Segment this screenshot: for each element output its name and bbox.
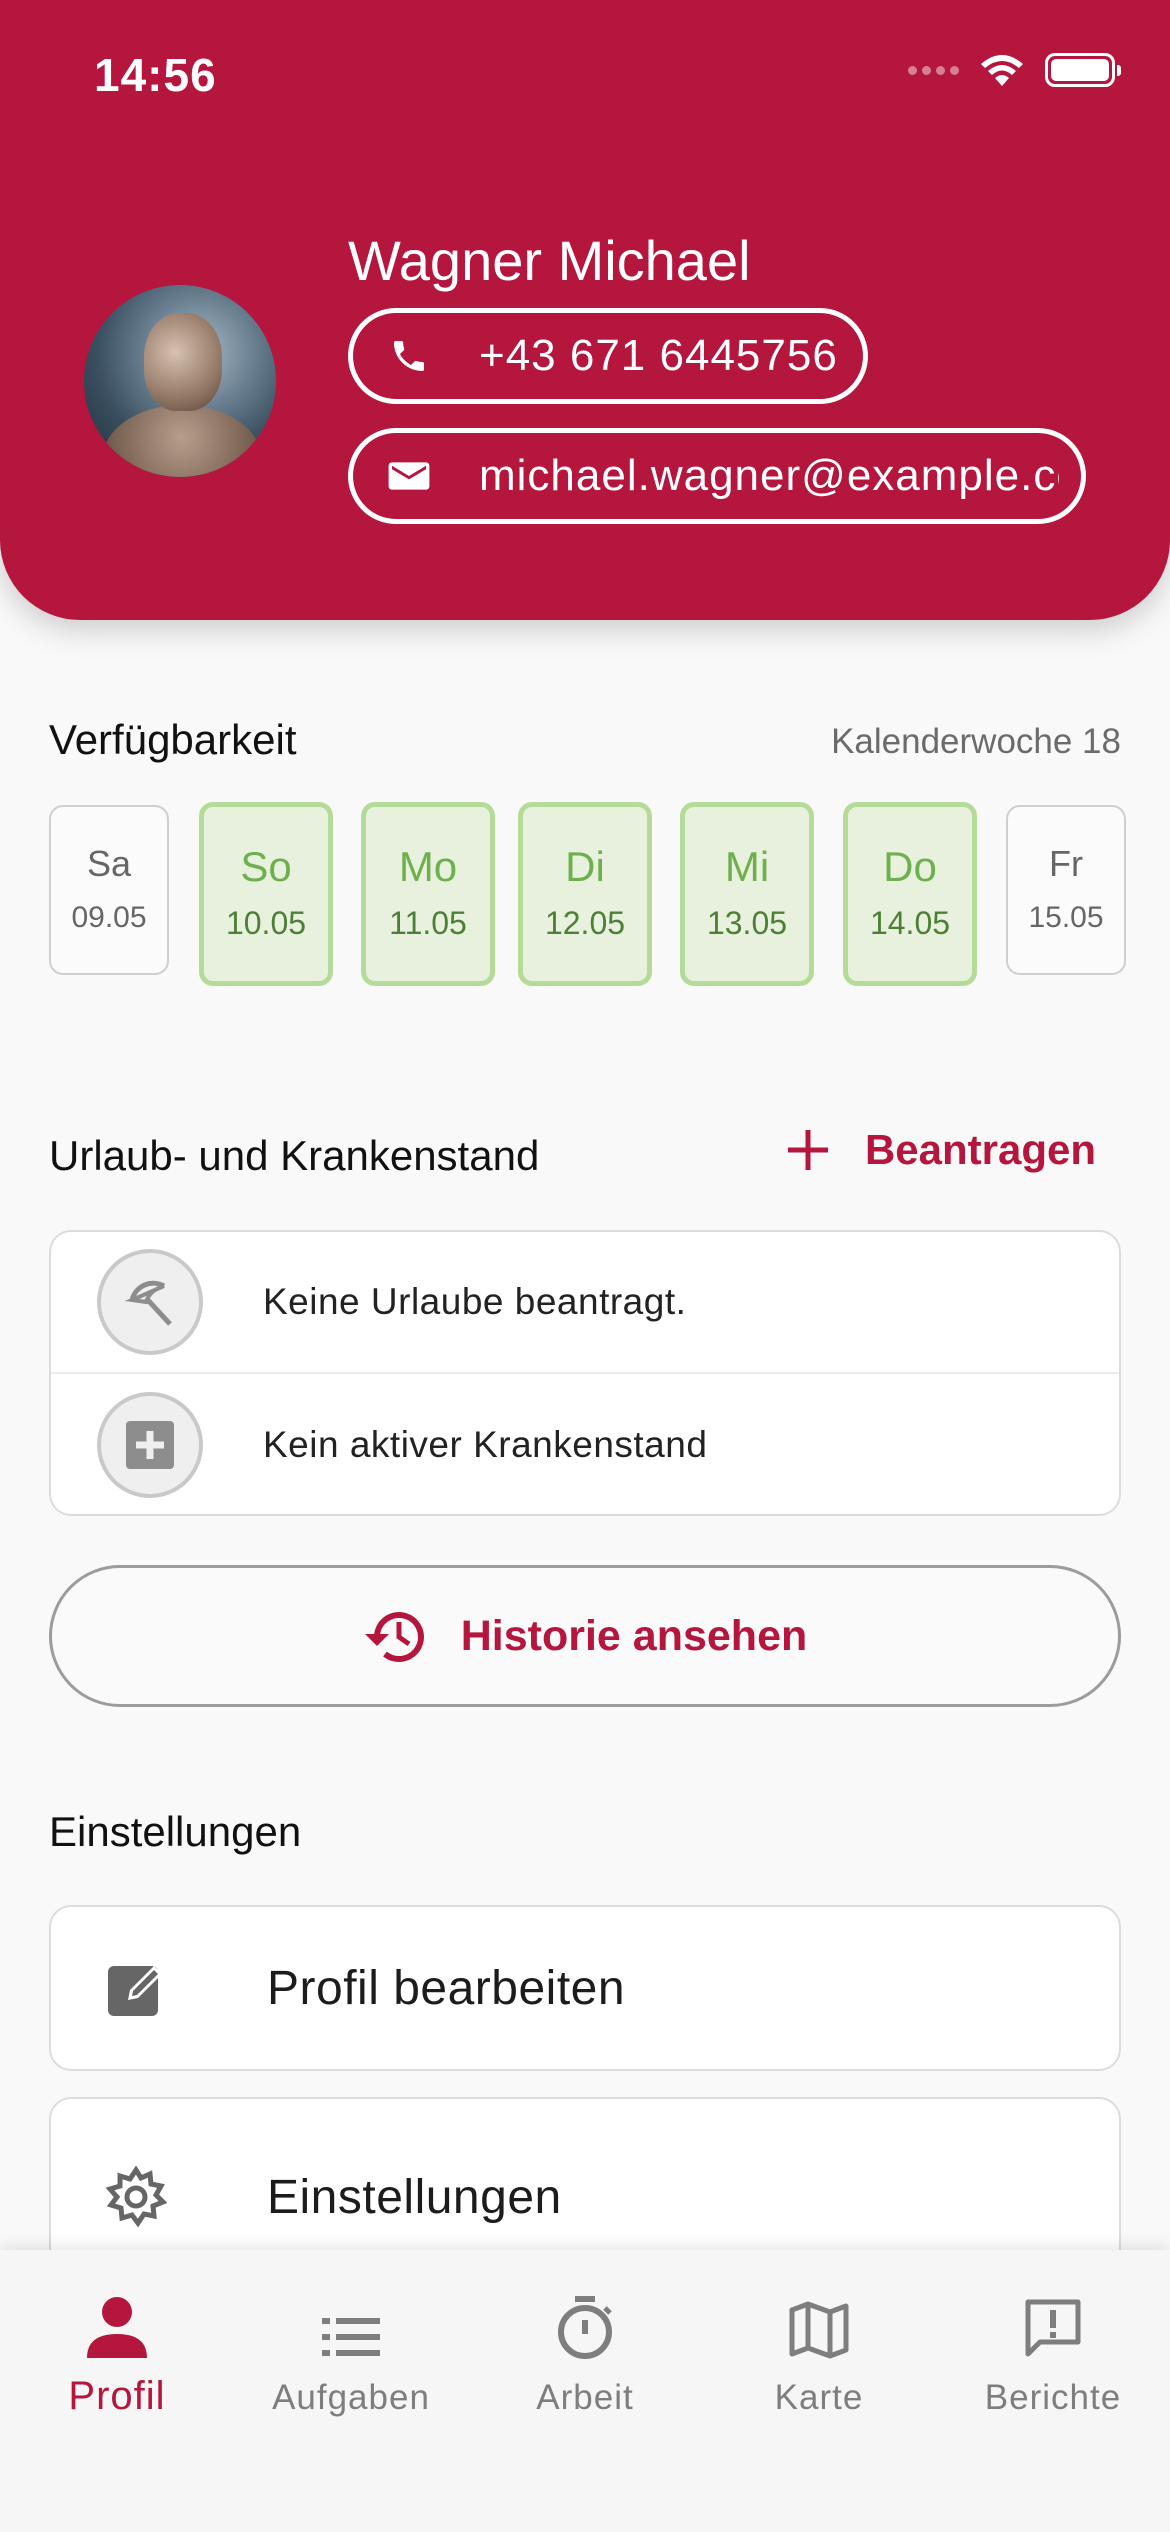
sick-leave-text: Kein aktiver Krankenstand <box>263 1424 708 1465</box>
user-name: Wagner Michael <box>348 229 751 292</box>
wifi-icon <box>981 55 1023 86</box>
leave-card: Keine Urlaube beantragt. Kein aktiver Kr… <box>49 1230 1121 1516</box>
day-name: Fr <box>1049 843 1083 884</box>
profile-header: 14:56 Wagner Michael +43 671 6445756 mic… <box>0 0 1170 620</box>
day-date: 12.05 <box>544 905 626 941</box>
calendar-week-label: Kalenderwoche 18 <box>831 722 1121 761</box>
edit-icon <box>101 1956 171 2020</box>
gear-icon <box>101 2166 171 2228</box>
nav-profil[interactable]: Profil <box>0 2280 234 2419</box>
nav-label: Profil <box>68 2374 166 2418</box>
avatar[interactable] <box>84 285 276 477</box>
beach-umbrella-icon <box>97 1249 203 1355</box>
nav-label: Karte <box>774 2378 864 2417</box>
day-sa[interactable]: Sa 09.05 <box>49 805 169 975</box>
settings-label: Einstellungen <box>267 2170 562 2224</box>
vacation-text: Keine Urlaube beantragt. <box>263 1281 687 1322</box>
phone-icon <box>379 336 439 376</box>
status-time: 14:56 <box>94 49 217 101</box>
plus-icon <box>787 1130 828 1170</box>
phone-number: +43 671 6445756 <box>479 331 838 380</box>
day-name: Mi <box>724 843 770 890</box>
nav-label: Arbeit <box>536 2378 634 2417</box>
map-icon <box>702 2280 936 2360</box>
nav-arbeit[interactable]: Arbeit <box>468 2280 702 2418</box>
day-fr[interactable]: Fr 15.05 <box>1006 805 1126 975</box>
email-pill[interactable]: michael.wagner@example.com <box>348 428 1086 524</box>
person-icon <box>0 2280 234 2360</box>
day-name: Sa <box>86 843 132 884</box>
nav-aufgaben[interactable]: Aufgaben <box>234 2280 468 2418</box>
status-indicators <box>908 52 1121 88</box>
medical-icon <box>97 1392 203 1498</box>
request-leave-button[interactable]: Beantragen <box>785 1126 1096 1174</box>
day-date: 10.05 <box>225 905 307 941</box>
leave-title: Urlaub- und Krankenstand <box>49 1132 540 1179</box>
nav-karte[interactable]: Karte <box>702 2280 936 2418</box>
day-name: Do <box>883 843 937 890</box>
nav-label: Berichte <box>984 2378 1122 2417</box>
nav-label: Aufgaben <box>272 2378 430 2417</box>
day-di[interactable]: Di 12.05 <box>518 802 652 986</box>
availability-title: Verfügbarkeit <box>49 716 297 763</box>
history-button[interactable]: Historie ansehen <box>49 1565 1121 1707</box>
email-address: michael.wagner@example.com <box>479 451 1059 500</box>
battery-icon <box>1045 53 1121 87</box>
day-date: 14.05 <box>869 905 951 941</box>
vacation-row[interactable]: Keine Urlaube beantragt. <box>51 1232 1119 1374</box>
edit-profile-label: Profil bearbeiten <box>267 1961 626 2015</box>
day-date: 15.05 <box>1028 901 1104 934</box>
history-label: Historie ansehen <box>460 1611 808 1660</box>
list-icon <box>234 2280 468 2360</box>
day-do[interactable]: Do 14.05 <box>843 802 977 986</box>
day-date: 09.05 <box>71 901 147 934</box>
report-icon <box>936 2280 1170 2360</box>
day-name: So <box>240 843 292 890</box>
settings-title: Einstellungen <box>49 1808 302 1855</box>
day-name: Di <box>565 843 605 890</box>
day-date: 11.05 <box>389 905 467 941</box>
edit-profile-item[interactable]: Profil bearbeiten <box>49 1905 1121 2071</box>
signal-icon <box>908 65 959 75</box>
bottom-navigation: Profil Aufgaben Arbeit Karte Berichte <box>0 2250 1170 2532</box>
history-icon <box>364 1612 424 1662</box>
nav-berichte[interactable]: Berichte <box>936 2280 1170 2418</box>
day-date: 13.05 <box>706 905 788 941</box>
day-mo[interactable]: Mo 11.05 <box>361 802 495 986</box>
sick-leave-row[interactable]: Kein aktiver Krankenstand <box>51 1374 1119 1516</box>
day-name: Mo <box>398 843 458 890</box>
day-so[interactable]: So 10.05 <box>199 802 333 986</box>
timer-icon <box>468 2280 702 2360</box>
request-leave-label: Beantragen <box>864 1126 1096 1173</box>
mail-icon <box>379 459 439 493</box>
day-mi[interactable]: Mi 13.05 <box>680 802 814 986</box>
phone-pill[interactable]: +43 671 6445756 <box>348 308 868 404</box>
